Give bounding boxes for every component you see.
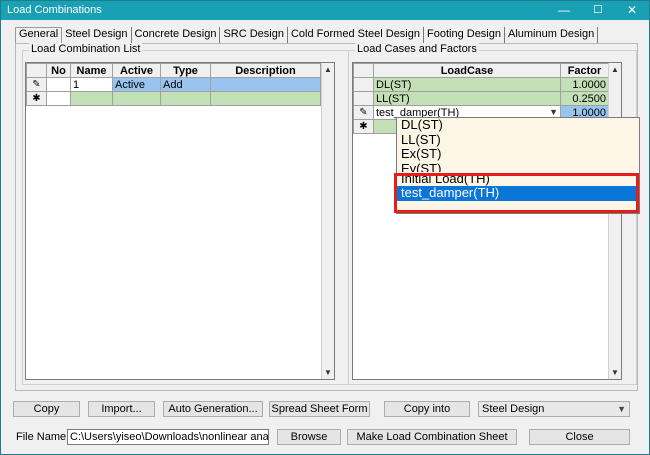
col-no-header[interactable]: No: [46, 63, 71, 78]
tab-concrete-design[interactable]: Concrete Design: [132, 27, 221, 43]
edit-row-icon: ✎: [26, 77, 47, 92]
vertical-scrollbar[interactable]: ▲ ▼: [321, 63, 334, 379]
cell-description[interactable]: [210, 77, 321, 92]
cell-no[interactable]: [46, 77, 71, 92]
col-active-header[interactable]: Active: [112, 63, 161, 78]
col-loadcase-header[interactable]: LoadCase: [373, 63, 561, 78]
design-type-select[interactable]: Steel Design ▼: [478, 401, 630, 417]
highlight-box: [394, 173, 639, 213]
dropdown-option[interactable]: Ex(ST): [397, 147, 639, 162]
dropdown-option[interactable]: LL(ST): [397, 133, 639, 148]
import-button[interactable]: Import...: [88, 401, 155, 417]
chevron-down-icon[interactable]: ▼: [617, 402, 626, 416]
cell-type[interactable]: [160, 91, 211, 106]
tab-general[interactable]: General: [15, 27, 63, 43]
tab-cold-formed-steel-design[interactable]: Cold Formed Steel Design: [288, 27, 424, 43]
file-name-field[interactable]: C:\Users\yiseo\Downloads\nonlinear analy…: [67, 429, 269, 445]
title-bar: Load Combinations — ☐ ✕: [1, 1, 649, 20]
cell-factor[interactable]: 0.2500: [560, 91, 609, 106]
tab-steel-design[interactable]: Steel Design: [62, 27, 132, 43]
dropdown-option[interactable]: Ey(ST): [397, 162, 639, 172]
table-row[interactable]: DL(ST) 1.0000: [353, 77, 609, 92]
edit-row-icon: ✎: [353, 105, 374, 120]
table-row[interactable]: LL(ST) 0.2500: [353, 91, 609, 106]
new-row-icon: ✱: [26, 91, 47, 106]
col-type-header[interactable]: Type: [160, 63, 211, 78]
design-type-value: Steel Design: [482, 403, 545, 415]
copy-button[interactable]: Copy: [13, 401, 80, 417]
minimize-icon[interactable]: —: [547, 1, 581, 20]
cell-no[interactable]: [46, 91, 71, 106]
dropdown-option[interactable]: DL(ST): [397, 118, 639, 133]
cell-description[interactable]: [210, 91, 321, 106]
load-combinations-window: Load Combinations — ☐ ✕ General Steel De…: [0, 0, 650, 455]
browse-button[interactable]: Browse: [277, 429, 341, 445]
load-cases-factors-title: Load Cases and Factors: [355, 43, 479, 55]
cell-loadcase[interactable]: LL(ST): [373, 91, 561, 106]
row-header-corner: [353, 63, 374, 78]
vertical-scrollbar[interactable]: ▲ ▼: [608, 63, 621, 379]
window-title: Load Combinations: [7, 4, 102, 16]
cell-factor[interactable]: 1.0000: [560, 77, 609, 92]
tab-bar: General Steel Design Concrete Design SRC…: [15, 27, 599, 43]
chevron-down-icon[interactable]: ▼: [549, 107, 558, 117]
scroll-down-icon[interactable]: ▼: [609, 366, 621, 379]
table-row[interactable]: ✎ 1 Active Add: [26, 77, 321, 92]
cell-type[interactable]: Add: [160, 77, 211, 92]
tab-footing-design[interactable]: Footing Design: [424, 27, 505, 43]
auto-generation-button[interactable]: Auto Generation...: [163, 401, 263, 417]
new-row-icon: ✱: [353, 119, 374, 134]
row-marker: [353, 77, 374, 92]
spreadsheet-form-button[interactable]: Spread Sheet Form: [269, 401, 370, 417]
file-name-label: File Name:: [16, 431, 70, 443]
scroll-down-icon[interactable]: ▼: [322, 366, 334, 379]
scroll-up-icon[interactable]: ▲: [322, 63, 334, 76]
close-button[interactable]: Close: [529, 429, 630, 445]
tab-src-design[interactable]: SRC Design: [220, 27, 288, 43]
maximize-icon[interactable]: ☐: [581, 1, 615, 20]
load-combination-grid[interactable]: No Name Active Type Description ✎ 1 Acti…: [25, 62, 335, 380]
row-header-corner: [26, 63, 47, 78]
load-combination-list-title: Load Combination List: [29, 43, 143, 55]
copy-into-button[interactable]: Copy into: [384, 401, 470, 417]
col-description-header[interactable]: Description: [210, 63, 321, 78]
table-row[interactable]: ✱: [26, 91, 321, 106]
close-icon[interactable]: ✕: [615, 1, 649, 20]
load-cases-grid[interactable]: LoadCase Factor DL(ST) 1.0000 LL(ST) 0.2…: [352, 62, 622, 380]
cell-name[interactable]: 1: [70, 77, 113, 92]
cell-active[interactable]: Active: [112, 77, 161, 92]
row-marker: [353, 91, 374, 106]
col-factor-header[interactable]: Factor: [560, 63, 609, 78]
tab-aluminum-design[interactable]: Aluminum Design: [505, 27, 599, 43]
scroll-up-icon[interactable]: ▲: [609, 63, 621, 76]
cell-name[interactable]: [70, 91, 113, 106]
col-name-header[interactable]: Name: [70, 63, 113, 78]
cell-loadcase[interactable]: DL(ST): [373, 77, 561, 92]
cell-active[interactable]: [112, 91, 161, 106]
make-load-combination-sheet-button[interactable]: Make Load Combination Sheet: [347, 429, 517, 445]
